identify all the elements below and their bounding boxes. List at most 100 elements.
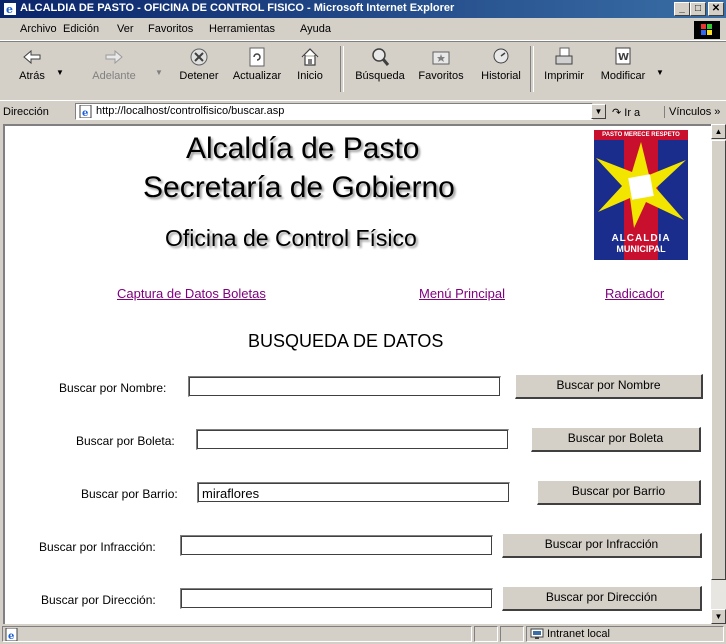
- label-direccion: Buscar por Dirección:: [41, 593, 156, 607]
- svg-text:e: e: [8, 631, 14, 641]
- search-label: Búsqueda: [355, 70, 405, 82]
- refresh-label: Actualizar: [232, 70, 282, 82]
- address-bar: Dirección e http://localhost/controlfisi…: [0, 100, 726, 123]
- print-button[interactable]: Imprimir: [542, 44, 586, 82]
- link-radicador[interactable]: Radicador: [605, 286, 664, 301]
- ie-icon: e: [4, 3, 16, 16]
- link-captura-datos[interactable]: Captura de Datos Boletas: [117, 286, 266, 301]
- address-url: http://localhost/controlfisico/buscar.as…: [96, 105, 285, 117]
- label-barrio: Buscar por Barrio:: [81, 487, 178, 501]
- edit-dropdown-icon[interactable]: ▼: [656, 68, 664, 77]
- minimize-button[interactable]: _: [674, 2, 690, 16]
- back-button[interactable]: Atrás: [10, 44, 54, 82]
- stop-button[interactable]: Detener: [174, 44, 224, 82]
- intranet-icon: [530, 628, 544, 639]
- print-icon: [555, 47, 573, 65]
- standard-toolbar: Atrás ▼ Adelante ▼ Detener Actualizar In…: [0, 41, 726, 98]
- logo-municipal-text: MUNICIPAL: [616, 244, 666, 254]
- toolbar-separator: [530, 46, 534, 92]
- back-arrow-icon: [23, 49, 41, 65]
- menu-archivo[interactable]: Archivo: [20, 23, 57, 35]
- forward-button[interactable]: Adelante: [88, 44, 140, 82]
- back-label: Atrás: [19, 70, 45, 82]
- back-dropdown-icon[interactable]: ▼: [56, 68, 64, 77]
- svg-text:W: W: [618, 52, 629, 63]
- window-title: ALCALDIA DE PASTO - OFICINA DE CONTROL F…: [20, 2, 455, 14]
- menu-ayuda[interactable]: Ayuda: [300, 23, 331, 35]
- stop-label: Detener: [179, 70, 219, 82]
- page-status-icon: e: [5, 628, 18, 641]
- logo-alcaldia-text: ALCALDIA: [611, 233, 671, 244]
- close-button[interactable]: ✕: [708, 2, 724, 16]
- forward-label: Adelante: [92, 70, 136, 82]
- maximize-button[interactable]: □: [690, 2, 706, 16]
- logo-slogan: PASTO MERECE RESPETO: [594, 130, 688, 140]
- menu-ver[interactable]: Ver: [117, 23, 134, 35]
- favorites-button[interactable]: Favoritos: [415, 44, 467, 82]
- input-direccion[interactable]: [180, 588, 493, 609]
- status-main-panel: e: [2, 626, 472, 642]
- title-bar: e ALCALDIA DE PASTO - OFICINA DE CONTROL…: [0, 0, 726, 18]
- history-icon: [493, 48, 509, 64]
- heading-oficina: Oficina de Control Físico: [165, 225, 417, 251]
- status-bar: e Intranet local: [0, 624, 726, 644]
- svg-text:e: e: [82, 108, 88, 118]
- button-buscar-direccion[interactable]: Buscar por Dirección: [502, 586, 702, 611]
- input-nombre[interactable]: [188, 376, 501, 397]
- button-buscar-infraccion[interactable]: Buscar por Infracción: [502, 533, 702, 558]
- scroll-down-icon[interactable]: ▼: [711, 609, 726, 624]
- status-zone-panel: Intranet local: [526, 626, 724, 642]
- page-content: Alcaldía de Pasto Secretaría de Gobierno…: [3, 124, 711, 624]
- home-label: Inicio: [297, 70, 323, 82]
- windows-logo-icon: [694, 21, 720, 39]
- status-panel: [474, 626, 498, 642]
- heading-alcaldia: Alcaldía de Pasto: [186, 132, 420, 165]
- go-arrow-icon: ↷: [612, 107, 622, 119]
- menu-edicion[interactable]: Edición: [63, 23, 99, 35]
- label-infraccion: Buscar por Infracción:: [39, 540, 156, 554]
- input-barrio[interactable]: [197, 482, 510, 503]
- menu-bar: Archivo Edición Ver Favoritos Herramient…: [0, 18, 726, 41]
- menu-herramientas[interactable]: Herramientas: [209, 23, 275, 35]
- zone-label: Intranet local: [547, 628, 610, 640]
- button-buscar-barrio[interactable]: Buscar por Barrio: [537, 480, 701, 505]
- edit-label: Modificar: [600, 70, 646, 82]
- home-icon: [301, 48, 319, 66]
- scroll-up-icon[interactable]: ▲: [711, 124, 726, 139]
- search-button[interactable]: Búsqueda: [352, 44, 408, 82]
- label-boleta: Buscar por Boleta:: [76, 434, 175, 448]
- toolbar-separator: [340, 46, 344, 92]
- search-icon: [372, 48, 390, 66]
- menu-favoritos[interactable]: Favoritos: [148, 23, 193, 35]
- history-label: Historial: [481, 70, 521, 82]
- button-buscar-nombre[interactable]: Buscar por Nombre: [515, 374, 703, 399]
- heading-secretaria: Secretaría de Gobierno: [143, 171, 455, 204]
- address-input[interactable]: e http://localhost/controlfisico/buscar.…: [75, 103, 593, 120]
- vertical-scrollbar[interactable]: ▲ ▼: [711, 124, 726, 624]
- input-infraccion[interactable]: [180, 535, 493, 556]
- favorites-label: Favoritos: [418, 70, 464, 82]
- print-label: Imprimir: [544, 70, 584, 82]
- links-button[interactable]: Vínculos »: [664, 106, 720, 118]
- history-button[interactable]: Historial: [478, 44, 524, 82]
- go-label: Ir a: [624, 107, 641, 119]
- favorites-icon: [432, 51, 450, 65]
- address-dropdown-icon[interactable]: ▼: [591, 104, 606, 119]
- scroll-thumb[interactable]: [711, 140, 726, 580]
- edit-button[interactable]: W Modificar: [598, 44, 648, 82]
- button-buscar-boleta[interactable]: Buscar por Boleta: [531, 427, 701, 452]
- svg-text:e: e: [6, 3, 13, 16]
- label-nombre: Buscar por Nombre:: [59, 381, 167, 395]
- forward-arrow-icon: [105, 49, 123, 65]
- alcaldia-logo: PASTO MERECE RESPETO ALCALDIA MUNICIPAL: [594, 130, 688, 260]
- link-menu-principal[interactable]: Menú Principal: [419, 286, 505, 301]
- input-boleta[interactable]: [196, 429, 509, 450]
- forward-dropdown-icon[interactable]: ▼: [155, 68, 163, 77]
- search-title: BUSQUEDA DE DATOS: [248, 331, 444, 351]
- refresh-icon: [249, 47, 265, 67]
- refresh-button[interactable]: Actualizar: [230, 44, 284, 82]
- home-button[interactable]: Inicio: [292, 44, 328, 82]
- status-panel: [500, 626, 524, 642]
- go-button[interactable]: ↷ Ir a: [612, 106, 640, 119]
- edit-icon: W: [615, 47, 631, 65]
